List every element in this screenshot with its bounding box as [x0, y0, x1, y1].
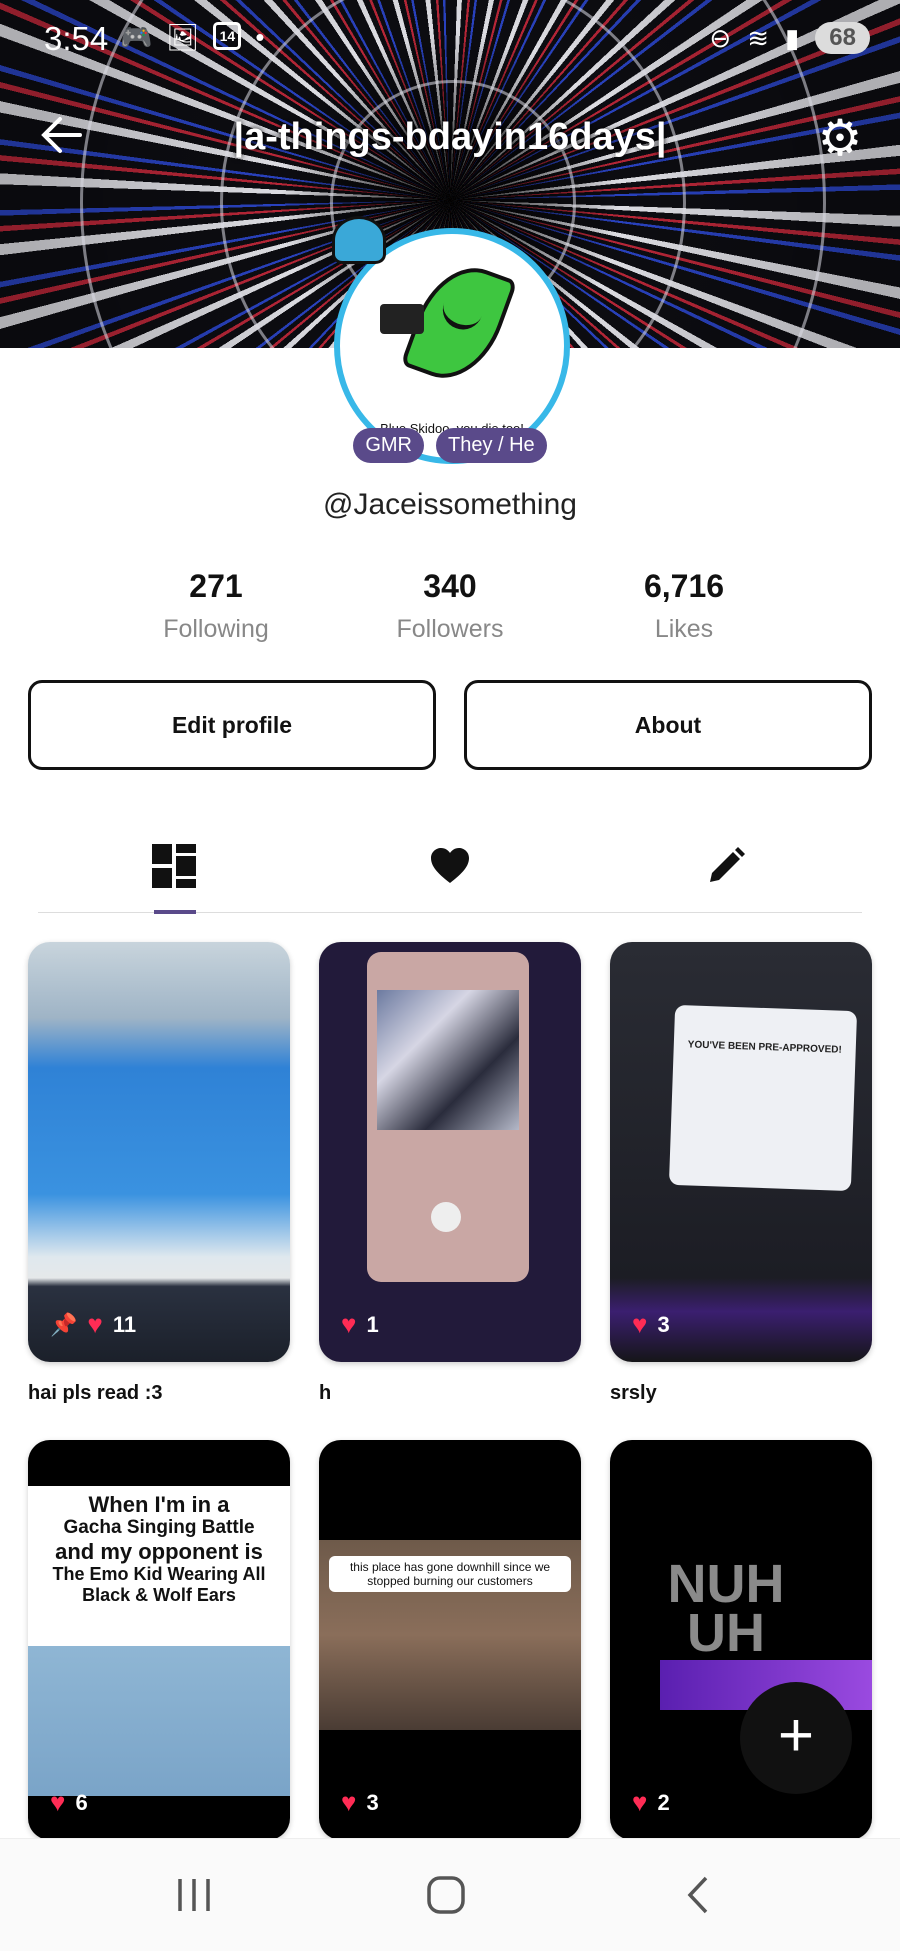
pencil-icon: [710, 847, 745, 882]
tab-liked[interactable]: [390, 820, 510, 912]
heart-icon: ♥: [50, 1787, 66, 1817]
album-art: [377, 990, 519, 1130]
pause-icon: [431, 1202, 461, 1232]
heart-icon: ♥: [87, 1309, 103, 1339]
like-count: 3: [657, 1311, 670, 1337]
chevron-left-icon: [687, 1876, 708, 1914]
do-not-disturb-icon: ⊖: [709, 22, 732, 53]
active-tab-indicator: [154, 910, 196, 914]
tab-posts[interactable]: [114, 820, 234, 912]
clock: 3:54: [44, 20, 109, 57]
like-count: 3: [366, 1789, 379, 1815]
like-count: 1: [366, 1311, 379, 1337]
helmet-sticker: [332, 216, 386, 264]
stat-value: 271: [189, 568, 243, 604]
post-thumbnail[interactable]: 📌 ♥ 11: [28, 942, 290, 1362]
stat-label: Likes: [654, 615, 714, 643]
post-caption: h: [319, 1382, 332, 1404]
calendar-day: 14: [219, 28, 236, 44]
post-caption: srsly: [610, 1382, 657, 1404]
stat-value: 6,716: [643, 568, 725, 604]
meme-image: [28, 1646, 290, 1796]
like-count: 2: [657, 1789, 670, 1815]
heart-icon: ♥: [341, 1309, 357, 1339]
post-thumbnail[interactable]: ♥ 1: [319, 942, 581, 1362]
about-button[interactable]: About: [464, 680, 872, 770]
stat-likes[interactable]: 6,716 Likes: [584, 568, 784, 644]
screenshot-card: [367, 952, 529, 1282]
recents-icon: [178, 1879, 210, 1911]
post-thumbnail[interactable]: this place has gone downhill since we st…: [319, 1440, 581, 1840]
pin-icon: 📌: [50, 1311, 78, 1337]
post-caption: hai pls read :3: [28, 1382, 163, 1404]
meme-line: Gacha Singing Battle: [63, 1517, 255, 1539]
recents-button[interactable]: [154, 1867, 234, 1923]
heart-icon: ♥: [632, 1309, 648, 1339]
profile-tabs: [38, 820, 862, 914]
home-button[interactable]: [406, 1867, 486, 1923]
like-count: 6: [75, 1789, 88, 1815]
like-count: 11: [112, 1311, 137, 1337]
gallery-icon: 🖼: [166, 22, 200, 52]
meme-line: The Emo Kid Wearing All Black & Wolf Ear…: [52, 1564, 266, 1606]
create-post-button[interactable]: +: [740, 1682, 852, 1794]
stat-label: Followers: [396, 615, 504, 643]
post-thumbnail[interactable]: YOU'VE BEEN PRE-APPROVED! ♥ 3: [610, 942, 872, 1362]
game-controller-icon: 🎮: [120, 22, 153, 52]
back-nav-button[interactable]: [658, 1867, 738, 1923]
speech-bubble: this place has gone downhill since we st…: [329, 1556, 571, 1592]
signal-icon: ▮: [784, 22, 800, 53]
page-title: |a-things-bdayin16days|: [233, 116, 667, 158]
badge-gmr: GMR: [353, 428, 424, 463]
stat-followers[interactable]: 340 Followers: [350, 568, 550, 644]
gun-shape: [380, 304, 424, 334]
stat-value: 340: [423, 568, 477, 604]
wifi-icon: ≋: [747, 22, 769, 53]
header-nav: |a-things-bdayin16days| ⚙: [0, 104, 900, 174]
username-handle: @Jaceissomething: [323, 488, 577, 521]
meme-big-text: NUH UH: [667, 1554, 785, 1663]
badge-pronouns: They / He: [435, 428, 547, 463]
meme-line: When I'm in a: [88, 1492, 230, 1517]
settings-button[interactable]: ⚙: [812, 110, 868, 166]
ad-title: YOU'VE BEEN PRE-APPROVED!: [687, 1039, 842, 1056]
ad-popup: YOU'VE BEEN PRE-APPROVED!: [668, 1004, 858, 1192]
avatar[interactable]: Blue Skidoo, you die too!: [332, 216, 570, 464]
meme-text: When I'm in a Gacha Singing Battle and m…: [28, 1486, 290, 1646]
post-thumbnail[interactable]: When I'm in a Gacha Singing Battle and m…: [28, 1440, 290, 1840]
heart-icon: ♥: [341, 1787, 357, 1817]
heart-icon: [431, 848, 469, 883]
dot-icon: •: [255, 22, 265, 52]
grid-icon: [152, 844, 196, 888]
stat-label: Following: [163, 615, 269, 643]
status-bar: 3:54 🎮 🖼 14 • ⊖ ≋ ▮ 68: [0, 0, 900, 80]
stat-following[interactable]: 271 Following: [116, 568, 316, 644]
home-icon: [427, 1876, 465, 1914]
tab-drafts[interactable]: [666, 820, 786, 912]
profile-badges: GMR They / He: [0, 428, 900, 463]
gear-icon: ⚙: [817, 110, 863, 166]
calendar-icon: 14: [213, 22, 242, 50]
system-nav-bar: [0, 1838, 900, 1951]
meme-line: and my opponent is: [55, 1539, 263, 1565]
edit-profile-button[interactable]: Edit profile: [28, 680, 436, 770]
battery-indicator: 68: [815, 22, 870, 54]
heart-icon: ♥: [632, 1787, 648, 1817]
scene-image: this place has gone downhill since we st…: [319, 1540, 581, 1730]
